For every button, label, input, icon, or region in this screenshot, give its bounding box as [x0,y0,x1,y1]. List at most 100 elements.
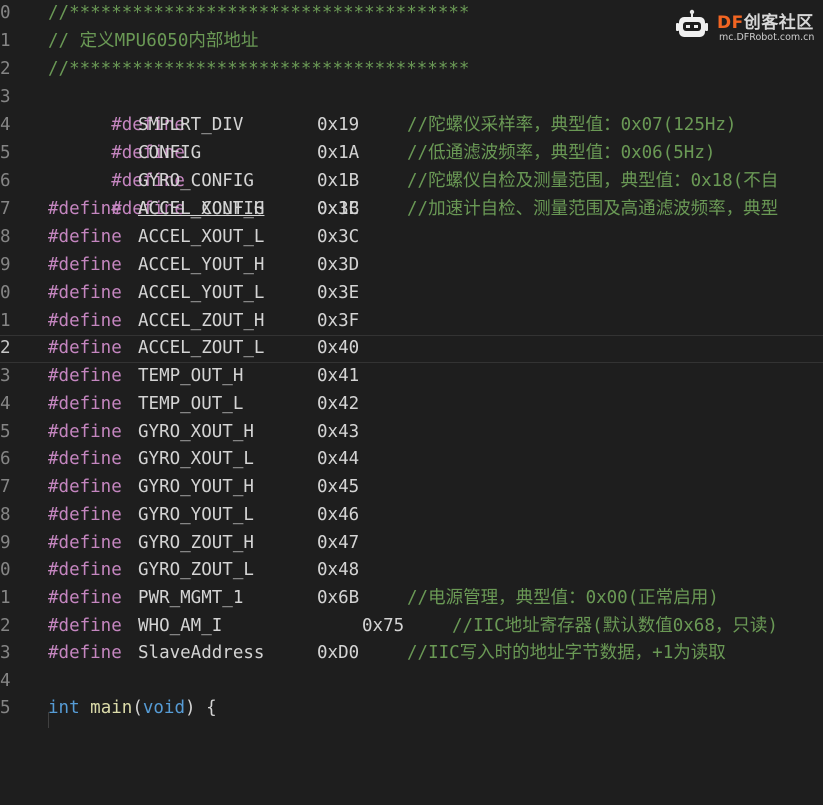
macro-value: 0x42 [317,394,360,414]
line-number: 9 [0,255,11,275]
code-line-current[interactable]: 2 #define ACCEL_ZOUT_L 0x40 [0,335,823,363]
comment: //IIC地址寄存器(默认数值0x68，只读) [452,616,778,636]
code-line[interactable]: 1 #define ACCEL_ZOUT_H 0x3F [0,308,823,336]
define-directive: #define [48,505,122,525]
comment: // 定义MPU6050内部地址 [48,31,259,51]
code-line[interactable]: 7 #define GYRO_YOUT_H 0x45 [0,474,823,502]
define-directive: #define [48,643,122,663]
code-line[interactable]: 9 #define GYRO_ZOUT_H 0x47 [0,530,823,558]
type-keyword: int [48,698,80,718]
define-directive: #define [48,255,122,275]
code-line[interactable]: 9 #define ACCEL_YOUT_H 0x3D [0,252,823,280]
macro-name: WHO_AM_I [138,616,223,636]
macro-value: 0x3C [317,227,360,247]
code-line[interactable]: 1 #define PWR_MGMT_1 0x6B //电源管理，典型值：0x00(正… [0,585,823,613]
define-directive: #define [48,422,122,442]
line-number: 3 [0,366,11,386]
macro-value: 0x40 [317,338,360,358]
macro-value: 0xD0 [317,643,360,663]
macro-name: GYRO_ZOUT_L [138,560,254,580]
code-editor[interactable]: 0 //************************************… [0,0,823,728]
macro-value: 0x43 [317,422,360,442]
code-line[interactable]: 3 #define SMPLRT_DIV 0x19//陀螺仪采样率，典型值：0x07… [0,84,823,135]
line-number: 0 [0,283,11,303]
line-number: 1 [0,588,11,608]
line-number: 2 [0,338,11,358]
line-number: 4 [0,671,11,691]
code-line[interactable]: 3 #define TEMP_OUT_H 0x41 [0,363,823,391]
code-line[interactable]: 8 #define ACCEL_XOUT_L 0x3C [0,224,823,252]
macro-value: 0x45 [317,477,360,497]
line-number: 3 [0,87,11,107]
line-number: 9 [0,533,11,553]
define-directive: #define [48,227,122,247]
macro-name: GYRO_YOUT_L [138,505,254,525]
code-line[interactable]: 2 //************************************… [0,56,823,84]
code-line[interactable]: 5 int main(void) { [0,695,823,723]
macro-name: TEMP_OUT_H [138,366,244,386]
define-directive: #define [48,338,122,358]
line-number: 2 [0,616,11,636]
code-line[interactable]: 7 #define ACCEL_XOUT_H 0x3B [0,196,823,224]
code-line[interactable]: 8 #define GYRO_YOUT_L 0x46 [0,502,823,530]
macro-value: 0x46 [317,505,360,525]
line-number: 1 [0,31,11,51]
code-line[interactable]: 4 #define CONFIG 0x1A//低通滤波频率，典型值：0x06(5Hz… [0,112,823,163]
open-paren: ( [132,698,143,718]
define-directive: #define [48,616,122,636]
macro-name: ACCEL_XOUT_L [138,227,265,247]
code-line[interactable]: 6 #define ACCEL_CONFIG 0x1C//加速计自检、测量范围及高通… [0,168,823,219]
code-line[interactable]: 6 #define GYRO_XOUT_L 0x44 [0,446,823,474]
macro-value: 0x44 [317,449,360,469]
code-line[interactable]: 2 #define WHO_AM_I 0x75 //IIC地址寄存器(默认数值0x68… [0,613,823,641]
brand-url: mc.DFRobot.com.cn [719,32,815,43]
line-number: 0 [0,560,11,580]
macro-name: ACCEL_YOUT_H [138,255,265,275]
line-number: 7 [0,477,11,497]
dfrobot-watermark: DF创客社区 mc.DFRobot.com.cn [675,6,814,48]
comment: //电源管理，典型值：0x00(正常启用) [407,588,719,608]
code-line[interactable]: 5 #define GYRO_CONFIG 0x1B//陀螺仪自检及测量范围，典型值… [0,140,823,191]
macro-name: TEMP_OUT_L [138,394,244,414]
indent-guide [48,712,49,728]
code-line[interactable]: 0 #define GYRO_ZOUT_L 0x48 [0,557,823,585]
line-number: 7 [0,199,11,219]
line-number: 6 [0,449,11,469]
param-type: void [142,698,186,718]
define-directive: #define [48,477,122,497]
macro-name: ACCEL_YOUT_L [138,283,265,303]
line-number: 5 [0,422,11,442]
macro-value: 0x3B [317,199,360,219]
line-number: 4 [0,394,11,414]
line-number: 2 [0,59,11,79]
define-directive: #define [48,283,122,303]
code-line[interactable]: 5 #define GYRO_XOUT_H 0x43 [0,419,823,447]
define-directive: #define [48,311,122,331]
macro-name: PWR_MGMT_1 [138,588,244,608]
macro-value: 0x3E [317,283,360,303]
define-directive: #define [48,449,122,469]
define-directive: #define [48,588,122,608]
code-line[interactable]: 4 [0,668,823,696]
code-line[interactable]: 3 #define SlaveAddress 0xD0 //IIC写入时的地址字节数据… [0,640,823,668]
line-number: 8 [0,227,11,247]
line-number: 1 [0,311,11,331]
macro-value: 0x6B [317,588,360,608]
macro-name: ACCEL_ZOUT_L [138,338,265,358]
code-line[interactable]: 4 #define TEMP_OUT_L 0x42 [0,391,823,419]
macro-value: 0x75 [362,616,405,636]
macro-value: 0x48 [317,560,360,580]
line-number: 5 [0,698,11,718]
line-number: 8 [0,505,11,525]
macro-value: 0x41 [317,366,360,386]
line-number: 4 [0,115,11,135]
line-number: 3 [0,643,11,663]
macro-name: SlaveAddress [138,643,265,663]
comment: //************************************** [48,59,470,79]
comment: //IIC写入时的地址字节数据，+1为读取 [407,643,726,663]
close-paren: ) [185,698,196,718]
code-line[interactable]: 0 #define ACCEL_YOUT_L 0x3E [0,280,823,308]
define-directive: #define [48,533,122,553]
define-directive: #define [48,199,122,219]
define-directive: #define [48,560,122,580]
